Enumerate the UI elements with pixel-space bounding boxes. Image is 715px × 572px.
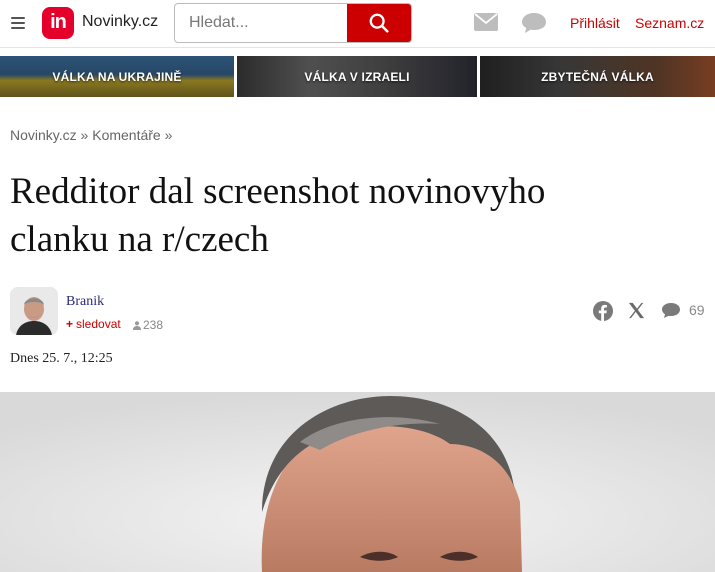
topic-banners: VÁLKA NA UKRAJINĚ VÁLKA V IZRAELI ZBYTEČ…: [0, 56, 715, 97]
author-name[interactable]: Branik: [66, 294, 104, 310]
breadcrumb: Novinky.cz » Komentáře »: [10, 127, 172, 143]
facebook-icon[interactable]: [593, 301, 613, 321]
site-header: in Novinky.cz Přihlásit Seznam.cz: [0, 0, 715, 48]
banner-ukraine[interactable]: VÁLKA NA UKRAJINĚ: [0, 56, 234, 97]
chat-icon[interactable]: [521, 12, 547, 34]
banner-label: VÁLKA NA UKRAJINĚ: [52, 69, 182, 84]
comments-count[interactable]: 69: [689, 302, 705, 318]
followers-value: 238: [143, 318, 164, 332]
search-box: [174, 3, 412, 43]
site-name[interactable]: Novinky.cz: [82, 13, 158, 31]
search-icon: [369, 13, 389, 33]
followers-count: 238: [133, 318, 163, 332]
banner-israel[interactable]: VÁLKA V IZRAELI: [237, 56, 477, 97]
person-icon: [133, 321, 141, 330]
article-hero-image: [0, 392, 715, 572]
follow-button[interactable]: + sledovat: [66, 317, 121, 331]
site-logo[interactable]: in: [42, 7, 74, 39]
author-avatar[interactable]: [10, 287, 58, 335]
banner-label: VÁLKA V IZRAELI: [304, 69, 410, 84]
breadcrumb-separator: »: [164, 127, 173, 143]
banner-podcast[interactable]: ZBYTEČNÁ VÁLKA: [480, 56, 715, 97]
article-date: Dnes 25. 7., 12:25: [10, 351, 113, 366]
mail-icon[interactable]: [474, 13, 498, 31]
breadcrumb-home[interactable]: Novinky.cz: [10, 127, 77, 143]
seznam-link[interactable]: Seznam.cz: [635, 15, 704, 31]
search-button[interactable]: [347, 4, 411, 42]
comments-icon[interactable]: [661, 302, 681, 319]
banner-label: ZBYTEČNÁ VÁLKA: [541, 69, 654, 84]
follow-label: sledovat: [76, 317, 121, 331]
x-share-icon[interactable]: [627, 301, 646, 320]
article-title: Redditor dal screenshot novinovyho clank…: [10, 171, 546, 260]
search-input[interactable]: [175, 4, 349, 42]
breadcrumb-section[interactable]: Komentáře: [92, 127, 160, 143]
menu-icon[interactable]: [11, 17, 25, 29]
breadcrumb-separator: »: [80, 127, 89, 143]
login-link[interactable]: Přihlásit: [570, 15, 620, 31]
